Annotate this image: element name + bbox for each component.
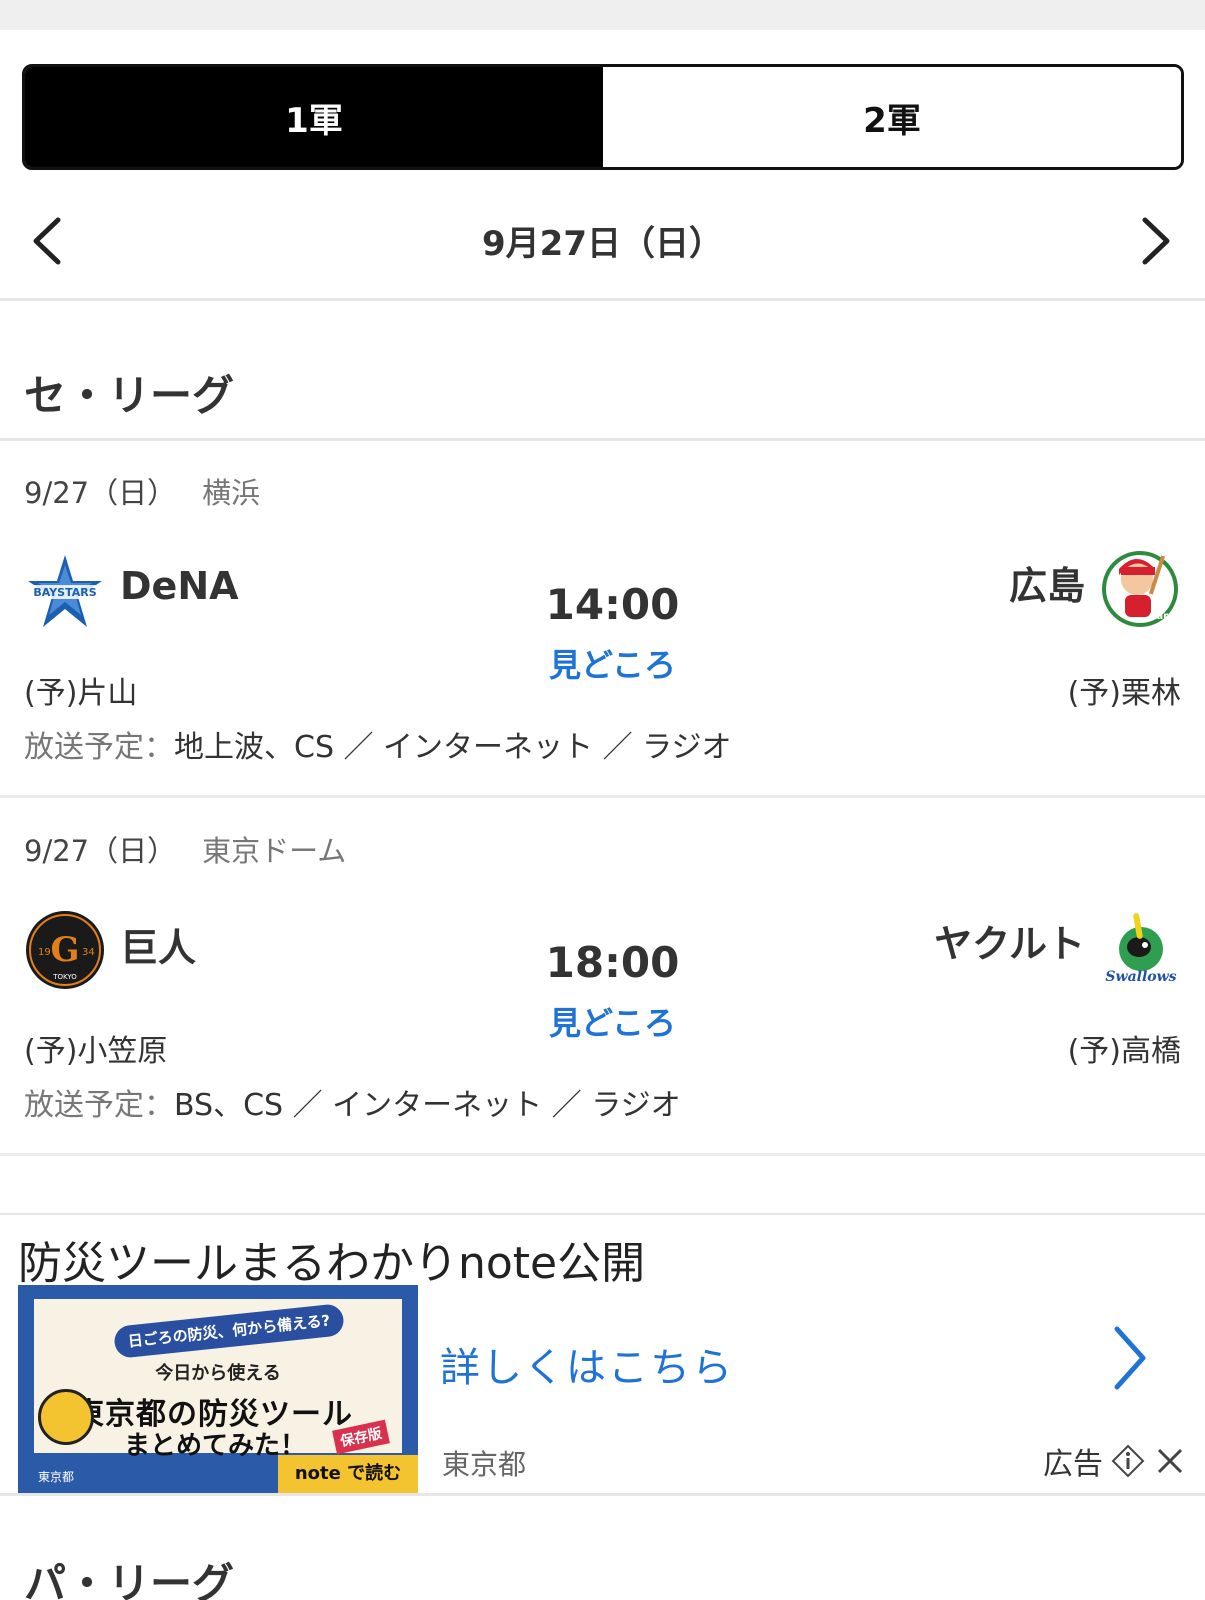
away-probable-pitcher: (予)栗林 (1067, 676, 1181, 711)
ad-image-line1: 今日から使える (155, 1363, 281, 1384)
date-navigation: 9月27日（日） (0, 200, 1205, 300)
game-date: 9/27（日） (24, 476, 177, 510)
central-league-title: セ・リーグ (24, 371, 235, 420)
ad-details-link[interactable]: 詳しくはこちら (440, 1335, 734, 1393)
ad-info-icon[interactable] (1111, 1444, 1145, 1478)
broadcast-value: BS、CS ／ インターネット ／ ラジオ (174, 1088, 681, 1123)
game-venue: 東京ドーム (202, 834, 347, 868)
broadcast-label: 放送予定： (24, 1088, 174, 1123)
game-meta: 9/27（日） 横浜 (24, 470, 260, 512)
tab-first-team[interactable]: 1軍 (25, 67, 603, 167)
close-icon[interactable] (1153, 1444, 1187, 1478)
away-probable-pitcher: (予)高橋 (1067, 1034, 1181, 1069)
chevron-right-icon[interactable] (1109, 1323, 1149, 1393)
game-date: 9/27（日） (24, 834, 177, 868)
team-level-tabs: 1軍 2軍 (22, 64, 1184, 170)
ad-banner[interactable]: 防災ツールまるわかりnote公開 日ごろの防災、何から備える? 今日から使える … (0, 1213, 1205, 1496)
broadcast-value: 地上波、CS ／ インターネット ／ ラジオ (174, 730, 732, 765)
top-status-strip (0, 0, 1205, 30)
game-card[interactable]: 9/27（日） 横浜 BAYSTARS DeNA 広島 Carp 14:00 見ど… (0, 440, 1205, 798)
game-time: 14:00 (545, 580, 680, 629)
divider (0, 298, 1205, 301)
ad-image[interactable]: 日ごろの防災、何から備える? 今日から使える 東京都の防災ツール まとめてみた！… (18, 1285, 418, 1493)
divider (0, 1493, 1205, 1496)
ad-label-text: 広告 (1043, 1447, 1103, 1482)
highlights-link[interactable]: 見どころ (0, 640, 1205, 686)
broadcast-label: 放送予定： (24, 730, 174, 765)
ad-image-org: 東京都 (38, 1470, 75, 1484)
ad-image-note: note で読む (278, 1455, 418, 1493)
broadcast-info: 放送予定：BS、CS ／ インターネット ／ ラジオ (24, 1080, 681, 1124)
home-probable-pitcher: (予)片山 (24, 676, 138, 711)
game-time: 18:00 (545, 938, 680, 987)
chevron-right-icon[interactable] (1135, 214, 1175, 268)
ad-title[interactable]: 防災ツールまるわかりnote公開 (18, 1227, 645, 1291)
divider (0, 1213, 1205, 1215)
highlights-link[interactable]: 見どころ (0, 998, 1205, 1044)
game-meta: 9/27（日） 東京ドーム (24, 828, 346, 870)
pacific-league-title: パ・リーグ (24, 1559, 235, 1600)
tab-second-team[interactable]: 2軍 (603, 67, 1181, 167)
divider (0, 1153, 1205, 1156)
current-date: 9月27日（日） (482, 224, 723, 264)
ad-label: 広告 (1043, 1439, 1187, 1483)
mascot-icon (38, 1389, 94, 1445)
game-card[interactable]: 9/27（日） 東京ドーム G 19 34 TOKYO 巨人 ヤクルト Swall… (0, 798, 1205, 1156)
game-venue: 横浜 (202, 476, 261, 510)
ad-image-pill: 日ごろの防災、何から備える? (112, 1303, 346, 1359)
home-probable-pitcher: (予)小笠原 (24, 1034, 168, 1069)
broadcast-info: 放送予定：地上波、CS ／ インターネット ／ ラジオ (24, 722, 732, 766)
ad-advertiser: 東京都 (442, 1448, 527, 1481)
